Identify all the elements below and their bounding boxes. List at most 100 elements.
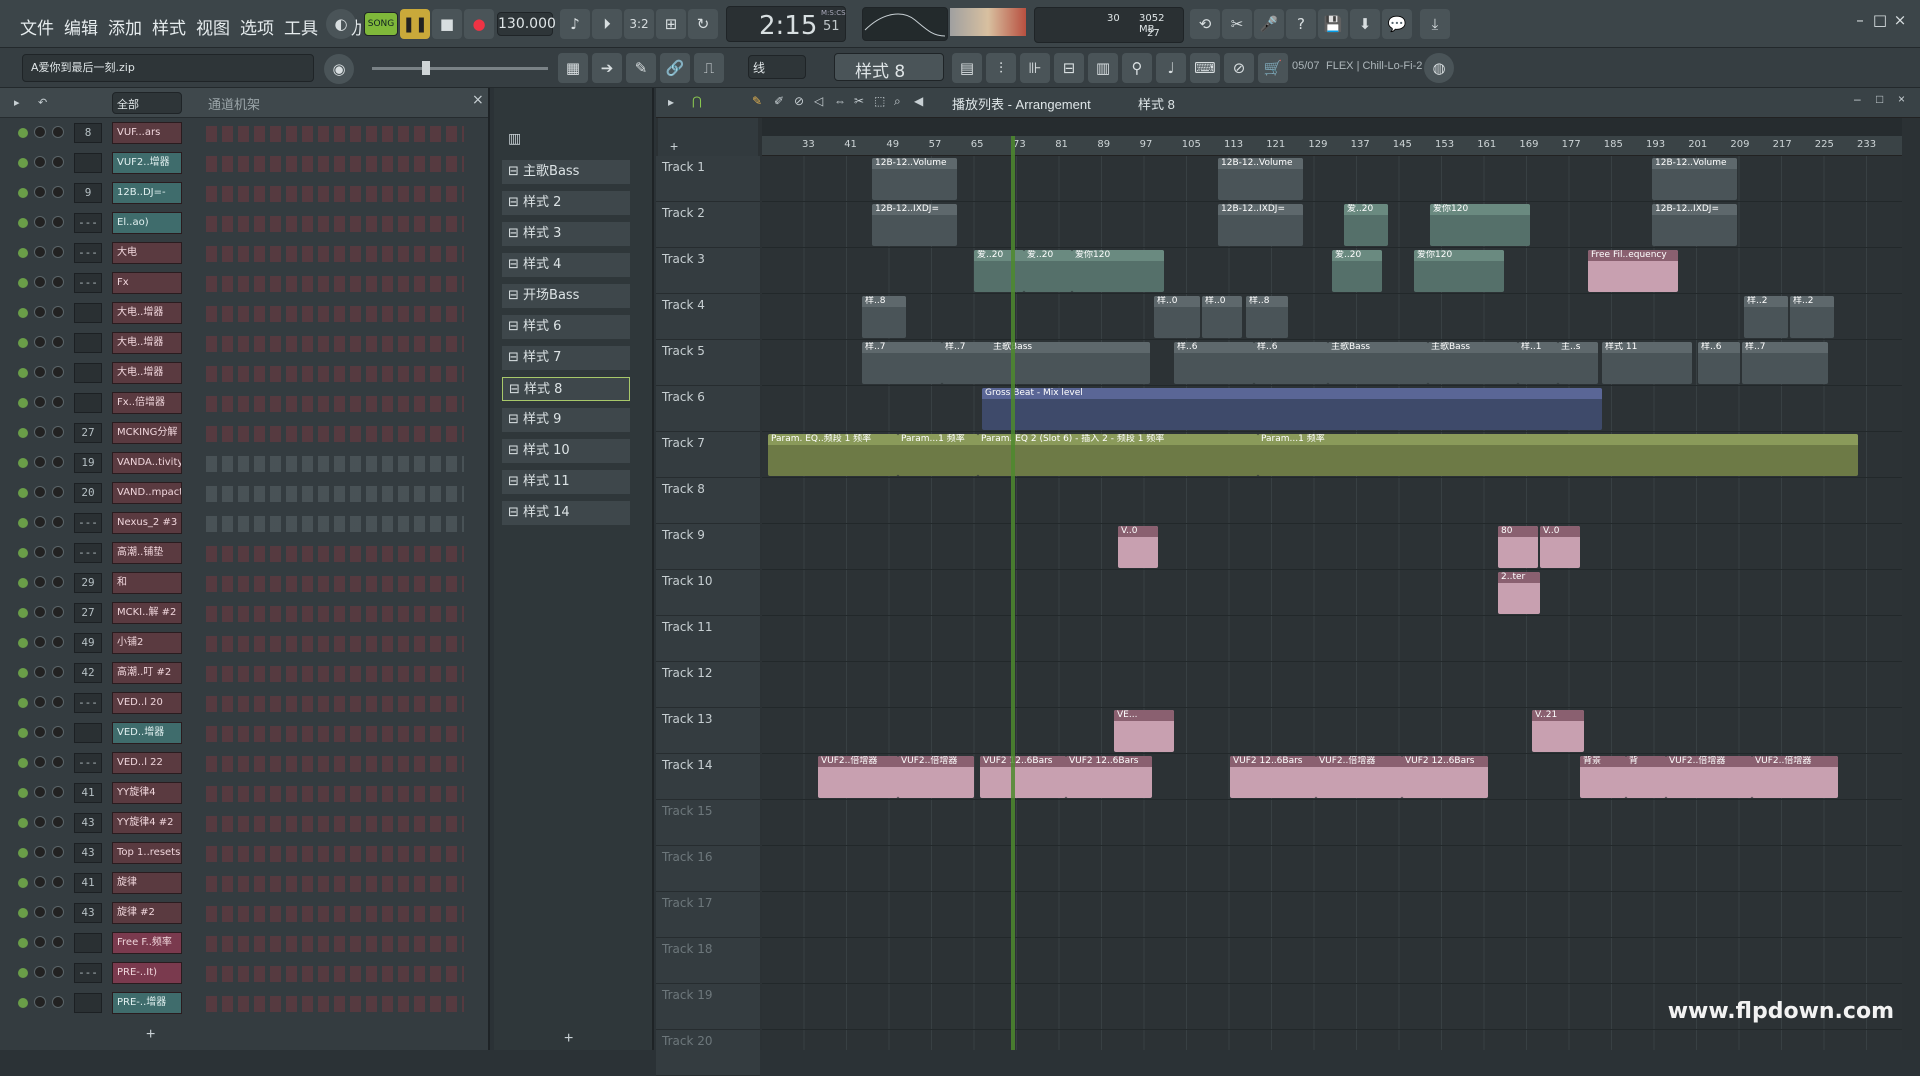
- channel-pan-knob-icon[interactable]: [52, 666, 64, 678]
- channel-row[interactable]: VED..增器: [0, 718, 490, 748]
- save-icon[interactable]: 💾: [1318, 9, 1348, 39]
- channel-pan-knob-icon[interactable]: [52, 396, 64, 408]
- song-mode-toggle[interactable]: SONG: [364, 12, 398, 36]
- channel-name-button[interactable]: 大电..增器: [112, 362, 182, 384]
- channel-name-button[interactable]: MCKING分解: [112, 422, 182, 444]
- playlist-clip[interactable]: 主歌Bass: [1428, 342, 1518, 384]
- draw-tool-icon[interactable]: ✎: [752, 94, 762, 108]
- channel-mixer-track[interactable]: 27: [74, 423, 102, 443]
- track-lane[interactable]: V..0 80 V..0: [762, 524, 1902, 570]
- pattern-item[interactable]: ⊟ 样式 10: [502, 439, 630, 463]
- channel-pan-knob-icon[interactable]: [52, 336, 64, 348]
- channel-name-button[interactable]: 大电..增器: [112, 332, 182, 354]
- track-header[interactable]: Track 16: [656, 846, 760, 892]
- master-volume-knob-icon[interactable]: ◐: [326, 9, 356, 39]
- channel-mixer-track[interactable]: [74, 933, 102, 953]
- channel-mixer-track[interactable]: 19: [74, 453, 102, 473]
- step-sequencer-row[interactable]: [206, 786, 464, 802]
- channel-name-button[interactable]: Free F..频率: [112, 932, 182, 954]
- playlist-clip[interactable]: Param. EQ..频段 1 频率: [768, 434, 898, 476]
- channel-row[interactable]: PRE-..增器: [0, 988, 490, 1018]
- pitch-knob-icon[interactable]: ◉: [324, 54, 354, 84]
- channel-mixer-track[interactable]: ---: [74, 273, 102, 293]
- channel-row[interactable]: 42 高潮..叮 #2: [0, 658, 490, 688]
- playlist-clip[interactable]: VUF2..倍增器: [818, 756, 898, 798]
- playlist-clip[interactable]: 样..7: [862, 342, 942, 384]
- channel-pan-knob-icon[interactable]: [52, 216, 64, 228]
- channel-volume-knob-icon[interactable]: [34, 426, 46, 438]
- channel-name-button[interactable]: YY旋律4 #2: [112, 812, 182, 834]
- channel-mute-toggle[interactable]: [18, 128, 28, 138]
- playlist-clip[interactable]: 样..6: [1698, 342, 1740, 384]
- metronome-icon[interactable]: ♪: [560, 9, 590, 39]
- channel-pan-knob-icon[interactable]: [52, 816, 64, 828]
- channel-mute-toggle[interactable]: [18, 158, 28, 168]
- channel-mixer-track[interactable]: ---: [74, 243, 102, 263]
- channel-volume-knob-icon[interactable]: [34, 396, 46, 408]
- pattern-item[interactable]: ⊟ 样式 9: [502, 408, 630, 432]
- channel-filter[interactable]: 全部: [112, 92, 182, 114]
- menu-tools[interactable]: 工具: [284, 14, 318, 39]
- channel-mixer-track[interactable]: ---: [74, 753, 102, 773]
- channel-pan-knob-icon[interactable]: [52, 276, 64, 288]
- channel-row[interactable]: 43 旋律 #2: [0, 898, 490, 928]
- channel-row[interactable]: VUF2..增器: [0, 148, 490, 178]
- arrow-right-icon[interactable]: ➔: [592, 53, 622, 83]
- step-sequencer-row[interactable]: [206, 306, 464, 322]
- timeline-ruler[interactable]: 33 41 49 57 65 73 81 89 97 105 113 121 129 137 145 153 1…: [762, 136, 1902, 156]
- channel-row[interactable]: 41 YY旋律4: [0, 778, 490, 808]
- track-header[interactable]: Track 10: [656, 570, 760, 616]
- add-channel-icon[interactable]: +: [146, 1026, 155, 1044]
- channel-mute-toggle[interactable]: [18, 338, 28, 348]
- channel-row[interactable]: 27 MCKING分解: [0, 418, 490, 448]
- channel-volume-knob-icon[interactable]: [34, 546, 46, 558]
- channel-mixer-track[interactable]: ---: [74, 693, 102, 713]
- channel-name-button[interactable]: Fx..倍增器: [112, 392, 182, 414]
- playlist-clip[interactable]: 背景: [1580, 756, 1626, 798]
- channel-mute-toggle[interactable]: [18, 278, 28, 288]
- channel-volume-knob-icon[interactable]: [34, 576, 46, 588]
- channel-mixer-track[interactable]: 9: [74, 183, 102, 203]
- channel-mute-toggle[interactable]: [18, 518, 28, 528]
- undo-small-icon[interactable]: ↶: [38, 96, 47, 109]
- track-lane[interactable]: Param. EQ..频段 1 频率 Param...1 频率 Param. EQ …: [762, 432, 1902, 478]
- track-lane[interactable]: 样..7样..7主歌Bass样..6样..6主歌Bass主歌Bass样..1主.…: [762, 340, 1902, 386]
- step-sequencer-row[interactable]: [206, 666, 464, 682]
- track-header[interactable]: Track 18: [656, 938, 760, 984]
- channel-pan-knob-icon[interactable]: [52, 486, 64, 498]
- step-sequencer-row[interactable]: [206, 576, 464, 592]
- step-sequencer-row[interactable]: [206, 756, 464, 772]
- channel-mute-toggle[interactable]: [18, 638, 28, 648]
- shop-icon[interactable]: 🛒: [1258, 53, 1288, 83]
- add-track-icon[interactable]: +: [670, 138, 678, 154]
- channel-pan-knob-icon[interactable]: [52, 426, 64, 438]
- channel-volume-knob-icon[interactable]: [34, 876, 46, 888]
- undo-icon[interactable]: ⟲: [1190, 9, 1220, 39]
- step-sequencer-row[interactable]: [206, 336, 464, 352]
- menu-edit[interactable]: 编辑: [64, 14, 98, 39]
- step-sequencer-row[interactable]: [206, 936, 464, 952]
- countdown-icon[interactable]: 3:2: [624, 9, 654, 39]
- channel-volume-knob-icon[interactable]: [34, 366, 46, 378]
- channel-row[interactable]: 8 VUF...ars: [0, 118, 490, 148]
- playlist-icon[interactable]: ▤: [952, 53, 982, 83]
- playlist-clip[interactable]: VUF2 12..6Bars: [1230, 756, 1316, 798]
- channel-pan-knob-icon[interactable]: [52, 936, 64, 948]
- track-header[interactable]: Track 19: [656, 984, 760, 1030]
- playlist-clip[interactable]: 爱你120: [1072, 250, 1164, 292]
- playlist-clip[interactable]: 样..7: [1742, 342, 1828, 384]
- step-sequencer-row[interactable]: [206, 636, 464, 652]
- playlist-clip[interactable]: V..0: [1540, 526, 1580, 568]
- channel-pan-knob-icon[interactable]: [52, 156, 64, 168]
- step-sequencer-row[interactable]: [206, 156, 464, 172]
- step-sequencer-row[interactable]: [206, 126, 464, 142]
- browser-icon[interactable]: ▥: [1088, 53, 1118, 83]
- step-sequencer-row[interactable]: [206, 246, 464, 262]
- track-header[interactable]: Track 4: [656, 294, 760, 340]
- channel-mixer-track[interactable]: ---: [74, 213, 102, 233]
- channel-mute-toggle[interactable]: [18, 368, 28, 378]
- channel-mixer-track[interactable]: 27: [74, 603, 102, 623]
- cut-icon[interactable]: ✂: [1222, 9, 1252, 39]
- channel-pan-knob-icon[interactable]: [52, 546, 64, 558]
- typing-icon[interactable]: ⌨: [1190, 53, 1220, 83]
